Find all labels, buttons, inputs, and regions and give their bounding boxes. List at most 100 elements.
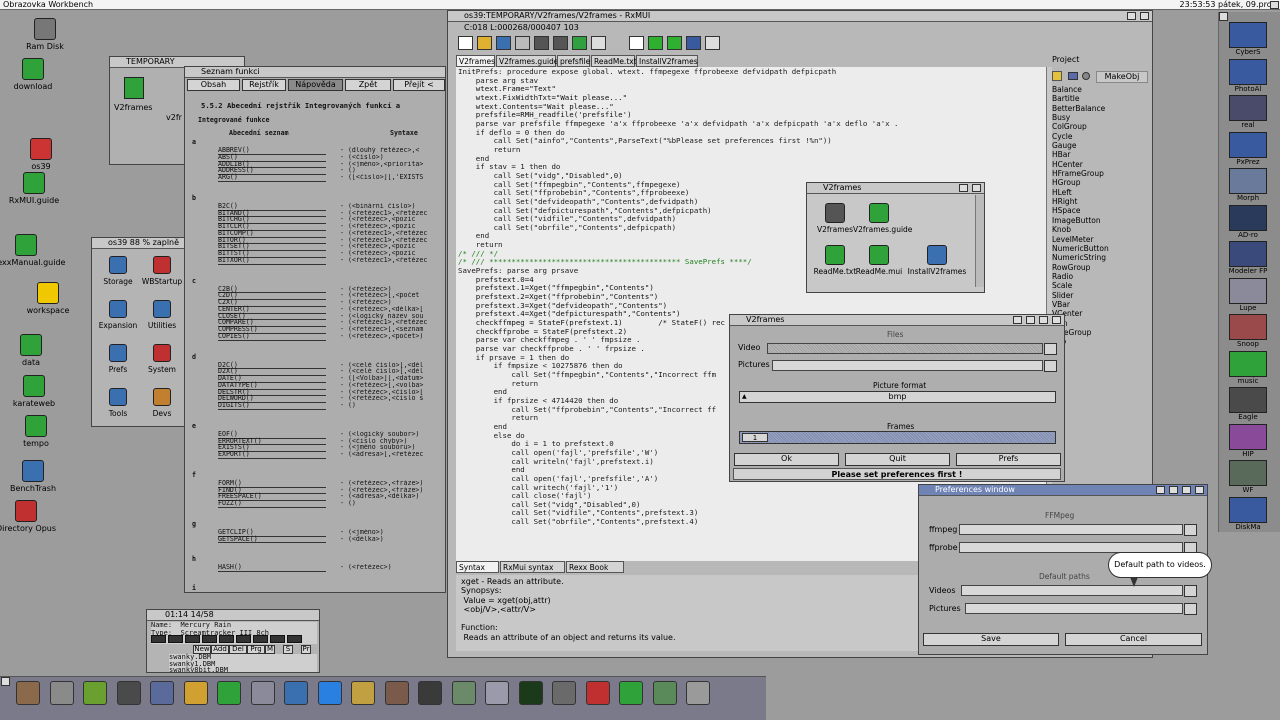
drawer-item[interactable]: Prefs xyxy=(96,344,140,374)
module-player-window[interactable]: 01:14 14/58 Name: Mercury Rain Type: Scr… xyxy=(146,609,320,673)
playlist-item[interactable]: swanky8bit.DBM xyxy=(169,667,317,672)
depth-gadget[interactable] xyxy=(1052,316,1061,324)
pen-tool-icon[interactable] xyxy=(150,681,174,705)
right-dock-item[interactable]: AD-ro xyxy=(1224,204,1272,239)
screen-depth-gadget[interactable] xyxy=(1270,1,1279,9)
videos-field[interactable] xyxy=(961,585,1183,596)
right-dock-item[interactable]: PhotoAl xyxy=(1224,58,1272,93)
desktop-icon-8[interactable]: tempo xyxy=(0,415,76,448)
project-item[interactable]: LevelMeter xyxy=(1052,235,1146,244)
project-item[interactable]: Bartitle xyxy=(1052,94,1146,103)
globe-icon[interactable] xyxy=(317,681,342,705)
drawer-item[interactable]: Tools xyxy=(96,388,140,418)
project-item[interactable]: ameGroup xyxy=(1052,328,1146,337)
desktop-icon-4[interactable]: ARexxManual.guide xyxy=(0,234,66,267)
zoom-gadget[interactable] xyxy=(1127,12,1136,20)
zoom-gadget[interactable] xyxy=(1182,486,1191,494)
right-dock-item[interactable]: DiskMa xyxy=(1224,496,1272,531)
pencil-icon[interactable] xyxy=(183,681,208,705)
gear-icon[interactable] xyxy=(1082,72,1090,80)
project-item[interactable]: Balance xyxy=(1052,85,1146,94)
project-item[interactable]: HFrameGroup xyxy=(1052,169,1146,178)
drawer-item[interactable]: ReadMe.mui xyxy=(853,245,905,276)
play-icon[interactable] xyxy=(185,635,200,643)
drawer-icon[interactable] xyxy=(619,681,643,705)
right-dock-item[interactable]: PxPrez xyxy=(1224,131,1272,166)
project-item[interactable]: own xyxy=(1052,319,1146,328)
portrait-icon[interactable] xyxy=(384,681,409,705)
right-dock-item[interactable]: Lupe xyxy=(1224,277,1272,312)
hammer-icon[interactable] xyxy=(585,681,610,705)
right-dock-item[interactable]: WF xyxy=(1224,460,1272,494)
project-list[interactable]: Balance Bartitle BetterBalance Busy ColGroup… xyxy=(1052,85,1146,357)
help-tab-0[interactable]: Syntax xyxy=(456,561,499,573)
settings-gear-icon[interactable] xyxy=(16,681,40,705)
function-row[interactable]: GETSPACE() - (<délka>) xyxy=(210,535,445,544)
function-name[interactable]: COPIES() xyxy=(218,332,326,341)
new-file-icon[interactable] xyxy=(458,36,473,50)
notes-icon[interactable] xyxy=(351,681,375,705)
mail-icon[interactable] xyxy=(284,681,308,705)
tools-icon[interactable] xyxy=(485,681,509,705)
drawer-item[interactable]: Utilities xyxy=(140,300,184,330)
window-title-bar[interactable]: 01:14 14/58 xyxy=(147,610,319,621)
close-gadget[interactable] xyxy=(1013,316,1022,324)
playlist[interactable]: swanky.DBM swanky1.DBM swanky8bit.DBM xyxy=(169,654,317,672)
loop-icon[interactable] xyxy=(270,635,285,643)
calculator-icon[interactable] xyxy=(686,681,710,705)
project-item[interactable]: NumericString xyxy=(1052,253,1146,262)
screen-icon[interactable] xyxy=(705,36,720,50)
cube-icon[interactable] xyxy=(83,681,107,705)
video-file-button[interactable] xyxy=(1044,343,1057,355)
right-dock-item[interactable]: Morph xyxy=(1224,168,1272,202)
open-folder-icon[interactable] xyxy=(477,36,492,50)
quit-button[interactable]: Quit xyxy=(845,453,950,466)
rewind-icon[interactable] xyxy=(151,635,166,643)
project-item[interactable]: NumericButton xyxy=(1052,244,1146,253)
desktop-icon-2[interactable]: os39 xyxy=(1,138,81,171)
save-icon[interactable] xyxy=(496,36,511,50)
terminal-icon[interactable] xyxy=(518,681,543,705)
ffmpeg-file-button[interactable] xyxy=(1184,524,1197,536)
window-title-bar[interactable]: Seznam funkci xyxy=(185,67,445,78)
project-item[interactable]: VBar xyxy=(1052,300,1146,309)
color-icon[interactable] xyxy=(572,36,587,50)
vertical-scrollbar[interactable] xyxy=(975,195,984,287)
desktop-icon-9[interactable]: BenchTrash xyxy=(0,460,73,493)
document-icon[interactable] xyxy=(629,36,644,50)
function-row[interactable]: DIGITS() - () xyxy=(210,402,445,410)
tab-3[interactable]: ReadMe.txt xyxy=(591,55,637,67)
iconify-gadget[interactable] xyxy=(1026,316,1035,324)
drawer-item[interactable]: WBStartup xyxy=(140,256,184,286)
function-name[interactable]: ARG() xyxy=(218,174,326,182)
help-tab-2[interactable]: Rexx Book xyxy=(566,561,624,573)
picture-format-cycle[interactable]: ▲ bmp xyxy=(739,391,1056,403)
player-button-3[interactable]: Prg xyxy=(247,645,265,654)
drawer-item[interactable]: V2frames.guide xyxy=(853,203,912,234)
print-icon[interactable] xyxy=(515,36,530,50)
project-item[interactable]: VCenter xyxy=(1052,309,1146,318)
tab-4[interactable]: InstallV2frames xyxy=(636,55,698,67)
right-dock-item[interactable]: CyberS xyxy=(1224,22,1272,56)
bug-icon[interactable] xyxy=(686,36,701,50)
pause-icon[interactable] xyxy=(253,635,268,643)
skip-icon[interactable] xyxy=(219,635,234,643)
depth-gadget[interactable] xyxy=(1195,486,1204,494)
search-icon[interactable] xyxy=(250,681,275,705)
iconify-gadget[interactable] xyxy=(1169,486,1178,494)
wrench-icon[interactable] xyxy=(652,681,677,705)
ffmpeg-field[interactable] xyxy=(959,524,1183,535)
desktop-icon-0[interactable]: Ram Disk xyxy=(5,18,85,51)
makeobj-button[interactable]: MakeObj xyxy=(1096,71,1148,83)
function-list-window[interactable]: Seznam funkci 5.5.2 Abecední rejstřík In… xyxy=(184,66,446,593)
right-dock-item[interactable]: music xyxy=(1224,350,1272,385)
help-tab-1[interactable]: RxMui syntax xyxy=(500,561,565,573)
project-item[interactable]: HRight xyxy=(1052,197,1146,206)
depth-gadget[interactable] xyxy=(972,184,981,192)
cancel-button[interactable]: Cancel xyxy=(1065,633,1202,646)
undo-icon[interactable] xyxy=(534,36,549,50)
right-dock-close-gadget[interactable] xyxy=(1219,12,1228,21)
pictures-dir-button[interactable] xyxy=(1044,360,1057,372)
v2frames-drawer-window[interactable]: V2frames V2frames V2frames.guide ReadMe.tx… xyxy=(806,182,985,293)
window-icon[interactable] xyxy=(591,36,606,50)
